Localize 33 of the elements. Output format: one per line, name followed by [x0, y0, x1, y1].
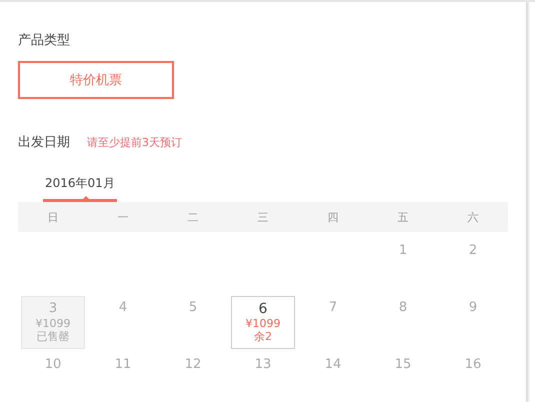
booking-hint: 请至少提前3天预订 [87, 134, 182, 150]
weekday-label: 二 [186, 210, 200, 224]
weekday-label: 六 [466, 210, 480, 224]
section-title: 出发日期 [18, 134, 70, 151]
section-title: 产品类型 [18, 32, 71, 50]
weekday-label: 三 [256, 210, 270, 224]
date-cell[interactable]: 3 ¥1099 已售罄 [21, 296, 85, 349]
day-number[interactable]: 16 [464, 357, 482, 373]
weekday-label: 一 [116, 210, 130, 224]
price-label: ¥1099 [36, 317, 70, 330]
weekday-label: 日 [46, 210, 60, 224]
day-number[interactable]: 8 [398, 300, 408, 316]
day-number[interactable]: 7 [328, 300, 338, 316]
availability-label: 余2 [254, 330, 272, 343]
day-number: 6 [258, 301, 268, 317]
weekday-label: 五 [396, 210, 410, 224]
day-number[interactable]: 11 [114, 357, 132, 373]
day-number[interactable]: 1 [398, 243, 408, 259]
day-number[interactable]: 14 [324, 357, 342, 373]
day-number[interactable]: 9 [468, 300, 478, 316]
day-number[interactable]: 5 [188, 300, 198, 316]
price-label: ¥1099 [246, 317, 280, 330]
day-number: 3 [48, 301, 58, 317]
availability-label: 已售罄 [36, 330, 70, 343]
weekday-label: 四 [326, 210, 340, 224]
day-number[interactable]: 15 [394, 357, 412, 373]
day-number[interactable]: 4 [118, 300, 128, 316]
product-option[interactable]: 特价机票 [18, 61, 174, 99]
day-number[interactable]: 10 [44, 357, 62, 373]
day-number[interactable]: 2 [468, 243, 478, 259]
date-cell[interactable]: 6 ¥1099 余2 [231, 296, 295, 349]
day-number[interactable]: 12 [184, 357, 202, 373]
day-number[interactable]: 13 [254, 357, 272, 373]
